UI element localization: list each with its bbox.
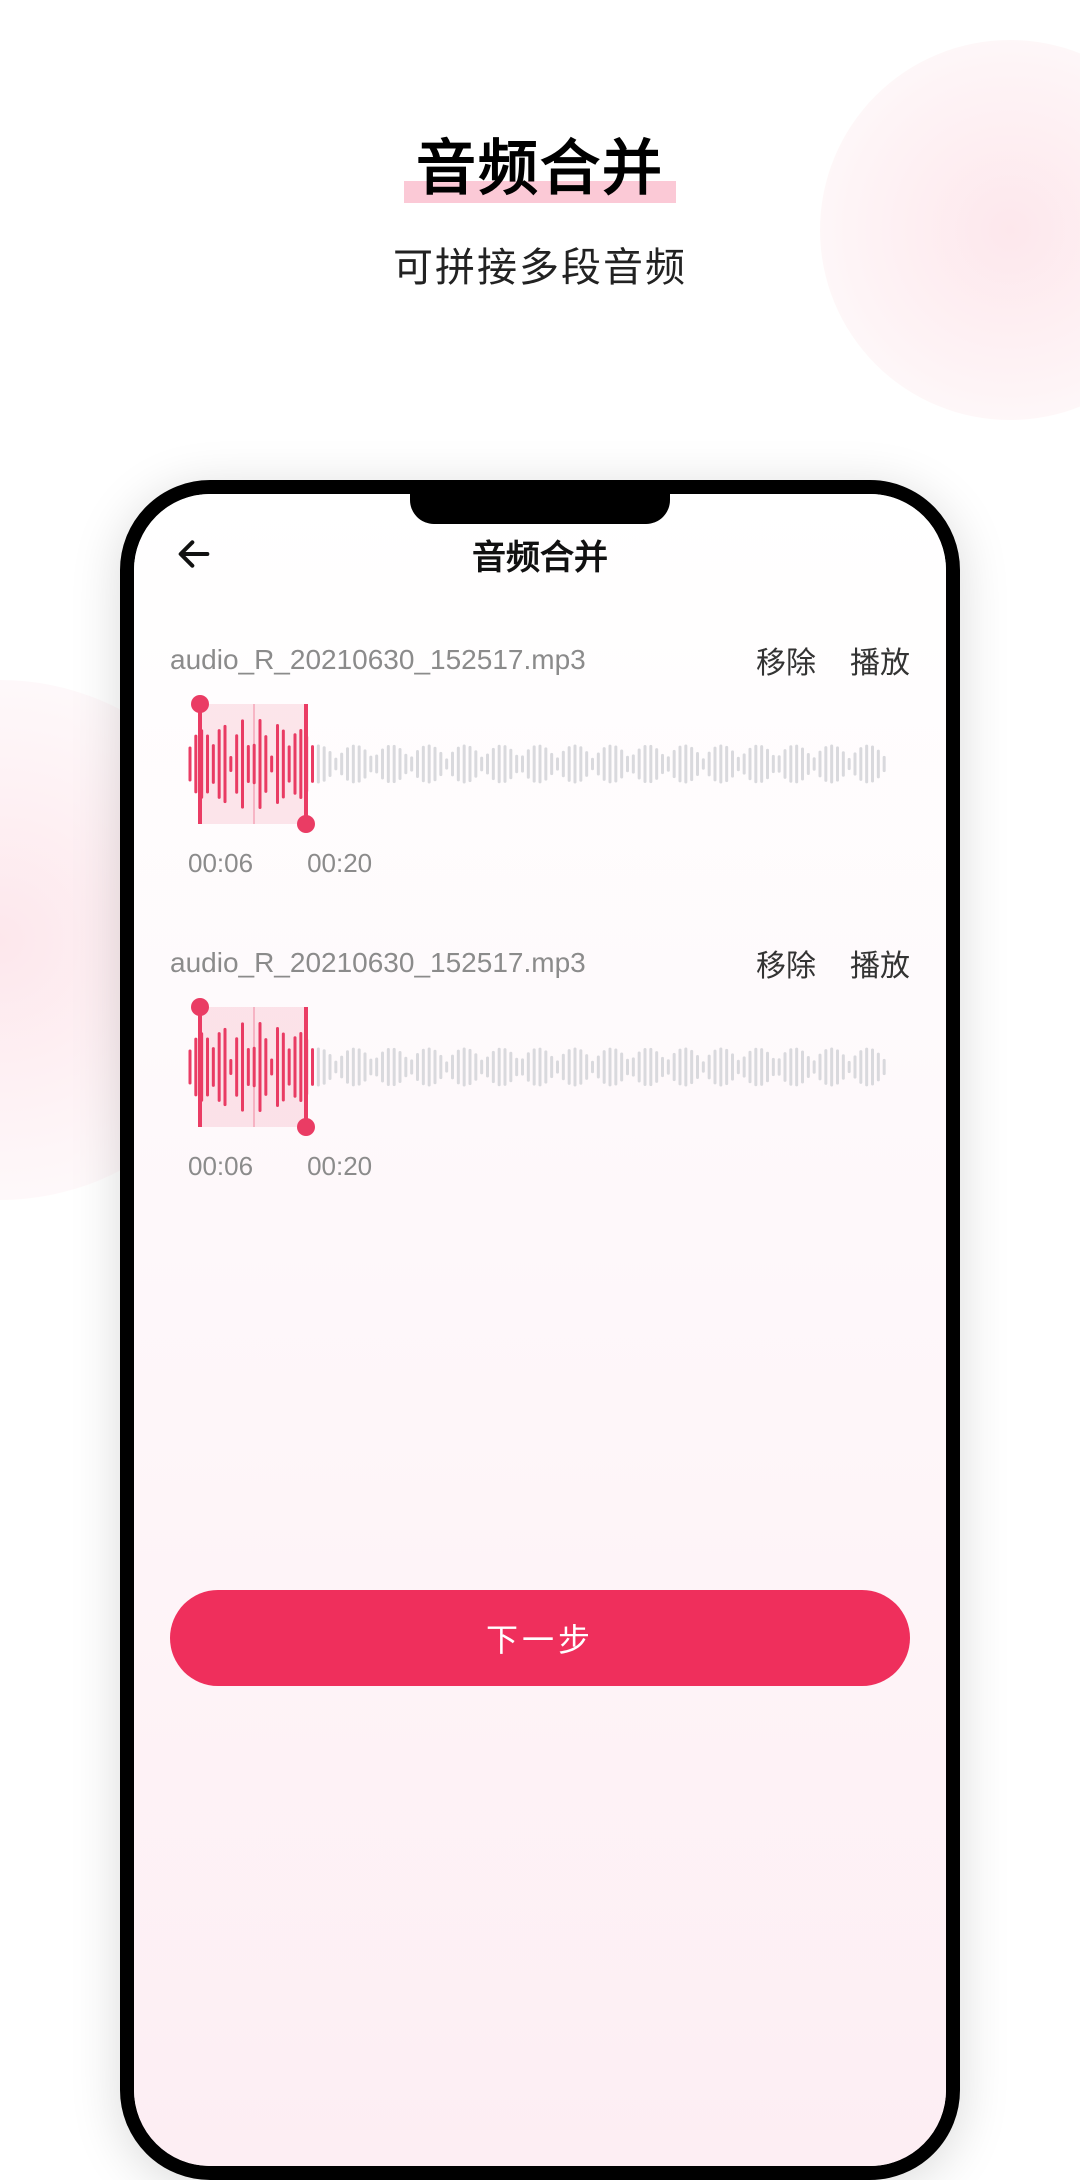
hero: 音频合并 可拼接多段音频 xyxy=(0,120,1080,293)
audio-actions: 移除 播放 xyxy=(756,638,910,682)
back-button[interactable] xyxy=(170,530,218,578)
arrow-left-icon xyxy=(174,534,214,574)
audio-item-header: audio_R_20210630_152517.mp3 移除 播放 xyxy=(170,941,910,985)
screen: 音频合并 audio_R_20210630_152517.mp3 移除 播放 0… xyxy=(134,494,946,2166)
phone-mockup: 音频合并 audio_R_20210630_152517.mp3 移除 播放 0… xyxy=(120,480,960,2180)
audio-filename: audio_R_20210630_152517.mp3 xyxy=(170,947,586,979)
play-button[interactable]: 播放 xyxy=(850,638,910,682)
audio-item-header: audio_R_20210630_152517.mp3 移除 播放 xyxy=(170,638,910,682)
selection-mid-line xyxy=(253,704,255,824)
time-row: 00:06 00:20 xyxy=(170,1151,910,1182)
remove-button[interactable]: 移除 xyxy=(756,941,816,985)
selection-range[interactable] xyxy=(198,1007,308,1127)
end-time: 00:20 xyxy=(307,1151,372,1182)
hero-subtitle: 可拼接多段音频 xyxy=(0,235,1080,293)
selection-mid-line xyxy=(253,1007,255,1127)
start-time: 00:06 xyxy=(188,848,253,879)
waveform[interactable] xyxy=(170,704,910,824)
start-time: 00:06 xyxy=(188,1151,253,1182)
time-row: 00:06 00:20 xyxy=(170,848,910,879)
next-button[interactable]: 下一步 xyxy=(170,1590,910,1686)
app-title: 音频合并 xyxy=(472,530,608,579)
play-button[interactable]: 播放 xyxy=(850,941,910,985)
audio-filename: audio_R_20210630_152517.mp3 xyxy=(170,644,586,676)
selection-range[interactable] xyxy=(198,704,308,824)
audio-item: audio_R_20210630_152517.mp3 移除 播放 00:06 … xyxy=(134,614,946,889)
audio-item: audio_R_20210630_152517.mp3 移除 播放 00:06 … xyxy=(134,917,946,1192)
end-time: 00:20 xyxy=(307,848,372,879)
remove-button[interactable]: 移除 xyxy=(756,638,816,682)
next-button-label: 下一步 xyxy=(486,1615,594,1661)
waveform[interactable] xyxy=(170,1007,910,1127)
hero-title: 音频合并 xyxy=(416,120,664,207)
audio-actions: 移除 播放 xyxy=(756,941,910,985)
phone-notch xyxy=(410,494,670,524)
